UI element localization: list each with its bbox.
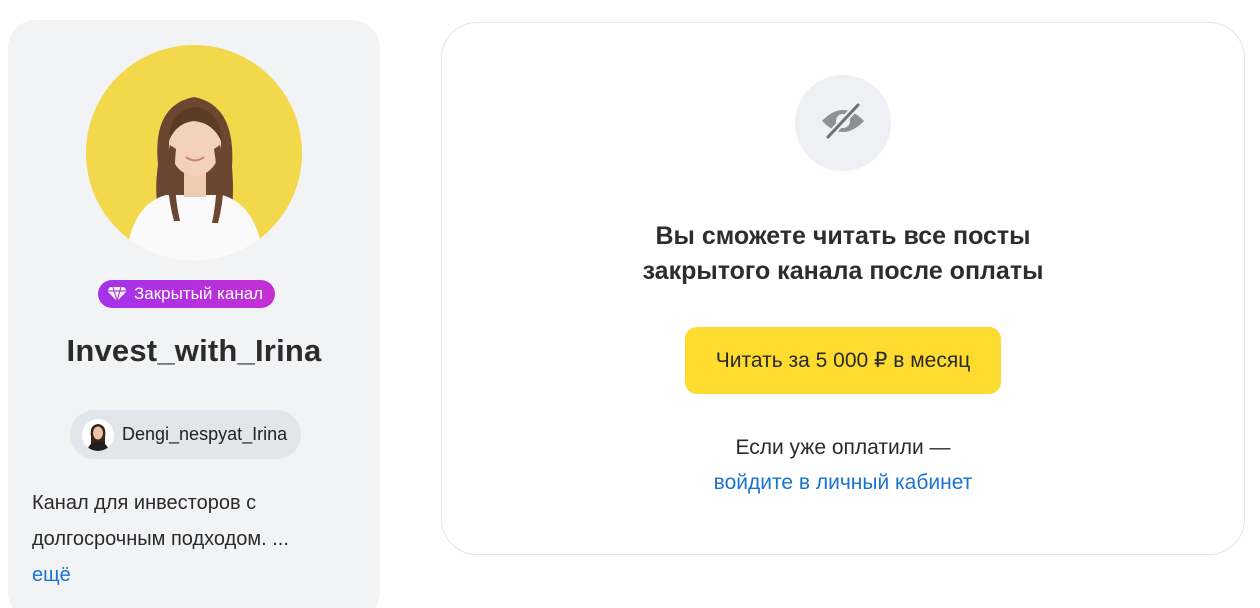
subscribe-button[interactable]: Читать за 5 000 ₽ в месяц bbox=[685, 327, 1001, 394]
eye-off-icon bbox=[820, 101, 866, 146]
show-more-link[interactable]: ещё bbox=[32, 557, 352, 593]
paywall-message: Вы сможете читать все посты закрытого ка… bbox=[442, 219, 1244, 289]
paywall-card: Вы сможете читать все посты закрытого ка… bbox=[441, 22, 1245, 555]
paywall-message-line2: закрытого канала после оплаты bbox=[642, 257, 1044, 285]
author-name: Dengi_nespyat_Irina bbox=[122, 424, 288, 444]
channel-avatar-photo bbox=[126, 97, 264, 261]
closed-channel-badge: Закрытый канал bbox=[98, 280, 276, 308]
page: Закрытый канал Invest_with_Irina Dengi_n… bbox=[0, 0, 1260, 608]
hidden-content-indicator bbox=[795, 75, 891, 171]
channel-description-text: Канал для инвесторов с долгосрочным подх… bbox=[32, 492, 289, 550]
channel-avatar bbox=[86, 45, 302, 261]
channel-card: Закрытый канал Invest_with_Irina Dengi_n… bbox=[8, 20, 380, 608]
channel-title: Invest_with_Irina bbox=[66, 333, 322, 368]
diamond-icon bbox=[106, 286, 128, 302]
author-avatar bbox=[82, 418, 114, 451]
channel-description: Канал для инвесторов с долгосрочным подх… bbox=[32, 485, 352, 593]
paywall-message-line1: Вы сможете читать все посты bbox=[655, 222, 1031, 250]
already-paid-note: Если уже оплатили — bbox=[735, 436, 951, 459]
closed-badge-label: Закрытый канал bbox=[134, 284, 264, 303]
author-avatar-photo bbox=[87, 423, 109, 451]
author-chip[interactable]: Dengi_nespyat_Irina bbox=[70, 410, 302, 459]
login-link[interactable]: войдите в личный кабинет bbox=[442, 465, 1244, 501]
